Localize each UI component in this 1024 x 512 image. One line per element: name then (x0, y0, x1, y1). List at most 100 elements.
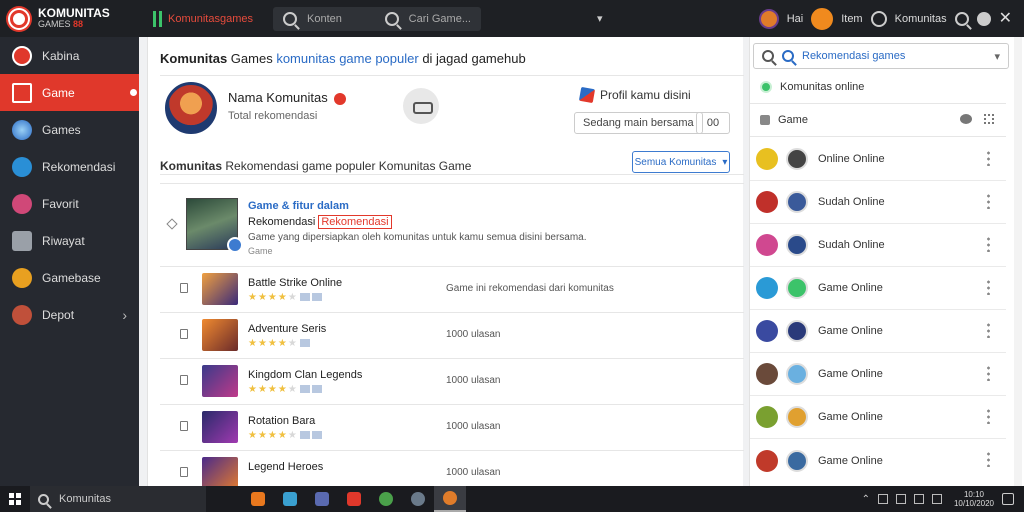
settings-icon[interactable] (976, 11, 991, 26)
taskbar-app[interactable] (242, 486, 274, 512)
friend-avatar[interactable] (786, 277, 808, 299)
game-title[interactable]: Legend Heroes (248, 461, 323, 473)
windows-icon (9, 493, 21, 505)
sidebar-item-rekomendasi[interactable]: Rekomendasi (0, 148, 139, 185)
friend-row[interactable]: Game Online (750, 396, 1006, 439)
chevron-down-icon[interactable]: ▾ (597, 12, 603, 25)
game-title[interactable]: Adventure Seris (248, 323, 326, 335)
taskbar-app[interactable] (274, 486, 306, 512)
sidebar-item-depot[interactable]: Depot › (0, 296, 139, 333)
network-icon[interactable] (877, 494, 888, 504)
friends-search[interactable]: Rekomendasi games ▾ (753, 43, 1009, 69)
start-button[interactable] (0, 486, 30, 512)
more-icon[interactable] (987, 193, 990, 209)
friend-avatar[interactable] (786, 406, 808, 428)
global-search[interactable]: Konten Cari Game... (273, 6, 481, 31)
coins-label[interactable]: Item (841, 13, 862, 25)
game-row[interactable]: Kingdom Clan Legends ★★★★★ 1000 ulasan (160, 359, 744, 405)
taskbar-app[interactable] (370, 486, 402, 512)
more-icon[interactable] (987, 236, 990, 252)
game-icon (756, 449, 778, 472)
featured-title[interactable]: Game & fitur dalam (248, 200, 349, 212)
search-icon[interactable] (954, 11, 969, 26)
game-title[interactable]: Rotation Bara (248, 415, 315, 427)
more-icon[interactable] (987, 408, 990, 424)
friends-header: Game (750, 103, 1006, 137)
box-icon (12, 230, 32, 251)
game-thumbnail[interactable] (202, 319, 238, 351)
edit-profile-link[interactable]: Profil kamu disini (578, 86, 691, 104)
brand-link[interactable]: Komunitasgames (153, 10, 253, 27)
keyboard-icon[interactable] (931, 494, 942, 504)
taskbar-search[interactable]: Komunitas (30, 486, 206, 512)
more-icon[interactable] (987, 451, 990, 467)
sidebar-item-riwayat[interactable]: Riwayat (0, 222, 139, 259)
eye-icon[interactable] (960, 114, 972, 124)
game-thumbnail[interactable] (202, 273, 238, 305)
scrollbar[interactable] (1014, 37, 1022, 486)
friend-avatar[interactable] (786, 449, 808, 472)
friend-row[interactable]: Game Online (750, 267, 1006, 310)
game-thumbnail[interactable] (202, 411, 238, 443)
more-icon[interactable] (987, 365, 990, 381)
coin-icon[interactable] (811, 7, 834, 30)
taskbar-app[interactable] (306, 486, 338, 512)
more-icon[interactable] (987, 279, 990, 295)
user-avatar[interactable] (758, 8, 779, 29)
counter-button[interactable]: 00 (696, 112, 730, 134)
friend-avatar[interactable] (786, 148, 808, 170)
featured-game[interactable]: Game & fitur dalam Rekomendasi Rekomenda… (160, 183, 744, 267)
battery-icon[interactable] (913, 494, 924, 504)
diamond-icon (166, 218, 178, 230)
grid-icon[interactable] (984, 114, 994, 124)
profile-avatar[interactable] (165, 82, 217, 134)
game-title[interactable]: Kingdom Clan Legends (248, 369, 362, 381)
rating-stars: ★★★★★ (248, 430, 322, 441)
friend-status: Sudah Online (818, 196, 885, 208)
featured-thumbnail[interactable] (186, 198, 243, 253)
game-row[interactable]: Battle Strike Online ★★★★★ Game ini reko… (160, 267, 744, 313)
game-thumbnail[interactable] (202, 365, 238, 397)
taskbar-app-active[interactable] (434, 486, 466, 512)
community-icon[interactable] (870, 10, 887, 27)
sidebar-item-game[interactable]: Game (0, 74, 139, 111)
more-icon[interactable] (987, 150, 990, 166)
friend-row[interactable]: Sudah Online (750, 224, 1006, 267)
game-row[interactable]: Adventure Seris ★★★★★ 1000 ulasan (160, 313, 744, 359)
friend-row[interactable]: Sudah Online (750, 181, 1006, 224)
friend-avatar[interactable] (786, 234, 808, 256)
sidebar-item-kabina[interactable]: Kabina (0, 37, 139, 74)
friend-row[interactable]: Game Online (750, 353, 1006, 396)
sidebar-item-games[interactable]: Games (0, 111, 139, 148)
friend-row[interactable]: Online Online (750, 138, 1006, 181)
logo-subtitle: GAMES 88 (38, 18, 84, 29)
game-row[interactable]: Rotation Bara ★★★★★ 1000 ulasan (160, 405, 744, 451)
friend-row[interactable]: Game Online (750, 439, 1006, 482)
chevron-up-icon[interactable]: ⌃ (862, 494, 870, 505)
friend-row[interactable]: Game Online (750, 310, 1006, 353)
clock[interactable]: 10:10 10/10/2020 (954, 490, 994, 508)
community-label[interactable]: Komunitas (895, 13, 947, 25)
notification-icon[interactable] (1002, 493, 1014, 505)
community-filter-dropdown[interactable]: Semua Komunitas ▾ (632, 151, 730, 173)
chevron-down-icon[interactable]: ▾ (994, 50, 1000, 63)
taskbar-app[interactable] (338, 486, 370, 512)
playing-together-button[interactable]: Sedang main bersama (574, 112, 703, 134)
sidebar-item-gamebase[interactable]: Gamebase (0, 259, 139, 296)
gamepad-icon[interactable] (403, 88, 439, 124)
top-bar: KOMUNITAS GAMES 88 Komunitasgames Konten… (0, 0, 1024, 37)
volume-icon[interactable] (895, 494, 906, 504)
friend-avatar[interactable] (786, 320, 808, 342)
app-logo[interactable]: KOMUNITAS GAMES 88 (0, 0, 139, 37)
game-title[interactable]: Battle Strike Online (248, 277, 342, 289)
more-icon[interactable] (987, 322, 990, 338)
friend-avatar[interactable] (786, 191, 808, 213)
sidebar-item-favorit[interactable]: Favorit (0, 185, 139, 222)
taskbar-app[interactable] (402, 486, 434, 512)
close-icon[interactable]: ✕ (999, 10, 1012, 27)
user-label[interactable]: Hai (787, 13, 804, 25)
globe-icon (12, 119, 32, 140)
friend-avatar[interactable] (786, 363, 808, 385)
search-icon (384, 11, 399, 26)
game-thumbnail[interactable] (202, 457, 238, 489)
